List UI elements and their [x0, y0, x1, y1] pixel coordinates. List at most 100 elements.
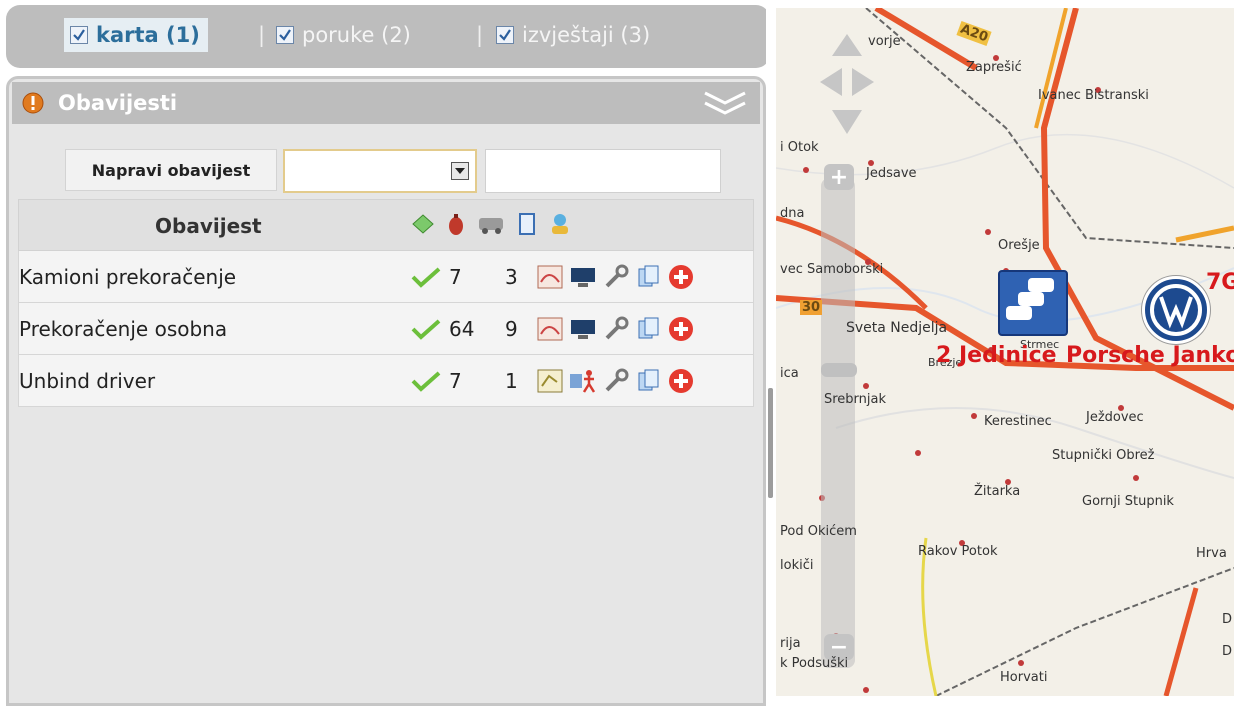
checkmark-icon: [279, 29, 291, 41]
place-label: Gornji Stupnik: [1082, 494, 1174, 509]
active-check-icon: [411, 371, 441, 392]
chevron-down-icon[interactable]: [451, 162, 469, 180]
count-1: 7: [449, 265, 462, 289]
tab-poruke-label: poruke (2): [302, 23, 411, 47]
monitor-icon[interactable]: [569, 316, 597, 342]
zone-chart-icon[interactable]: [537, 368, 563, 394]
tab-izvjestaji-label: izvještaji (3): [522, 23, 651, 47]
row-actions: [537, 263, 695, 291]
place-label: dna: [780, 206, 805, 221]
wrench-icon[interactable]: [603, 316, 631, 342]
vw-logo-icon: [1150, 284, 1202, 336]
active-check-icon: [411, 319, 441, 340]
delete-icon[interactable]: [667, 367, 695, 395]
column-header-obavijest: Obavijest: [155, 214, 262, 238]
collapse-icon[interactable]: [702, 88, 748, 118]
notification-name-input[interactable]: [485, 149, 721, 193]
place-label: Rakov Potok: [918, 544, 998, 559]
wrench-icon[interactable]: [603, 368, 631, 394]
zoom-slider-handle[interactable]: [821, 363, 857, 377]
tab-separator: |: [476, 23, 484, 47]
document-icon: [519, 213, 535, 235]
table-row[interactable]: Kamioni prekoračenje 7 3: [18, 251, 754, 303]
tab-bar: karta (1) | poruke (2) | izvještaji (3): [6, 5, 770, 68]
tab-poruke-checkbox[interactable]: [276, 26, 294, 44]
place-label: Orešje: [998, 238, 1040, 253]
tab-izvjestaji-checkbox[interactable]: [496, 26, 514, 44]
place-label: Žitarka: [974, 484, 1021, 499]
speed-chart-icon[interactable]: [537, 316, 563, 342]
table-header: Obavijest: [18, 199, 754, 251]
count-1: 7: [449, 369, 462, 393]
driver-icon[interactable]: [569, 368, 597, 394]
place-label: Horvati: [1000, 670, 1048, 685]
tab-separator: |: [258, 23, 266, 47]
vehicle-icon: [479, 218, 503, 234]
count-2: 9: [505, 317, 518, 341]
place-label: Zaprešić: [966, 60, 1022, 75]
panel-splitter[interactable]: [766, 0, 774, 696]
notify-area-icon: [412, 214, 434, 234]
count-2: 1: [505, 369, 518, 393]
place-label: lokiči: [780, 558, 814, 573]
copy-icon[interactable]: [637, 316, 661, 342]
user-status-icon: [552, 214, 568, 234]
poi-label[interactable]: 7G: [1206, 270, 1234, 295]
delete-icon[interactable]: [667, 263, 695, 291]
vw-logo-marker[interactable]: [1142, 276, 1210, 344]
panel-title: Obavijesti: [58, 91, 178, 115]
tab-karta[interactable]: karta (1): [64, 18, 208, 52]
tab-poruke[interactable]: poruke (2): [276, 18, 411, 52]
place-label: D: [1222, 644, 1233, 659]
delete-icon[interactable]: [667, 315, 695, 343]
count-2: 3: [505, 265, 518, 289]
vehicle-count-label[interactable]: 2 Jedinice: [936, 343, 1057, 368]
header-icons: [411, 212, 571, 236]
cars-icon: [1006, 278, 1054, 320]
row-actions: [537, 367, 695, 395]
copy-icon[interactable]: [637, 264, 661, 290]
place-label: Pod Okićem: [780, 524, 857, 539]
table-row[interactable]: Unbind driver 7 1: [18, 355, 754, 407]
zoom-slider-track[interactable]: [821, 178, 855, 668]
zoom-in-button[interactable]: +: [824, 164, 854, 190]
notification-name: Unbind driver: [19, 369, 156, 393]
splitter-grip[interactable]: [768, 388, 773, 498]
vehicle-group-marker[interactable]: [998, 270, 1068, 336]
place-label: D: [1222, 612, 1233, 627]
alarm-icon: [449, 214, 463, 235]
poi-label[interactable]: Porsche Janko: [1066, 343, 1234, 368]
create-notification-button[interactable]: Napravi obavijest: [65, 149, 277, 191]
place-label: vec Samoborski: [780, 262, 884, 277]
place-label: Kerestinec: [984, 414, 1052, 429]
place-label: ica: [780, 366, 799, 381]
place-label: k Podsuški: [780, 656, 849, 671]
notifications-table: Obavijest Kamioni prekoračenje 7 3 Preko…: [18, 199, 754, 407]
map-view[interactable]: + − A20 30 vorje Zaprešić Ivanec Bistran…: [776, 8, 1234, 696]
place-label: i Otok: [780, 140, 819, 155]
monitor-icon[interactable]: [569, 264, 597, 290]
warning-icon: [22, 92, 44, 114]
place-label: Hrva: [1196, 546, 1227, 561]
place-label: vorje: [868, 34, 901, 49]
copy-icon[interactable]: [637, 368, 661, 394]
tab-karta-label: karta (1): [96, 23, 200, 47]
speed-chart-icon[interactable]: [537, 264, 563, 290]
notification-name: Prekoračenje osobna: [19, 317, 228, 341]
place-label: Jedsave: [866, 166, 917, 181]
road-label: 30: [800, 300, 823, 315]
panel-header: Obavijesti: [12, 82, 760, 124]
table-row[interactable]: Prekoračenje osobna 64 9: [18, 303, 754, 355]
notification-type-select[interactable]: [283, 149, 477, 193]
place-label: Ježdovec: [1086, 410, 1144, 425]
notifications-panel: Obavijesti Napravi obavijest Obavijest K…: [6, 76, 766, 706]
place-label: Stupnički Obrež: [1052, 448, 1155, 463]
notification-name: Kamioni prekoračenje: [19, 265, 237, 289]
wrench-icon[interactable]: [603, 264, 631, 290]
checkmark-icon: [499, 29, 511, 41]
place-label: Sveta Nedjelja: [846, 320, 948, 336]
tab-karta-checkbox[interactable]: [70, 26, 88, 44]
tab-izvjestaji[interactable]: izvještaji (3): [496, 18, 650, 52]
count-1: 64: [449, 317, 475, 341]
active-check-icon: [411, 267, 441, 288]
